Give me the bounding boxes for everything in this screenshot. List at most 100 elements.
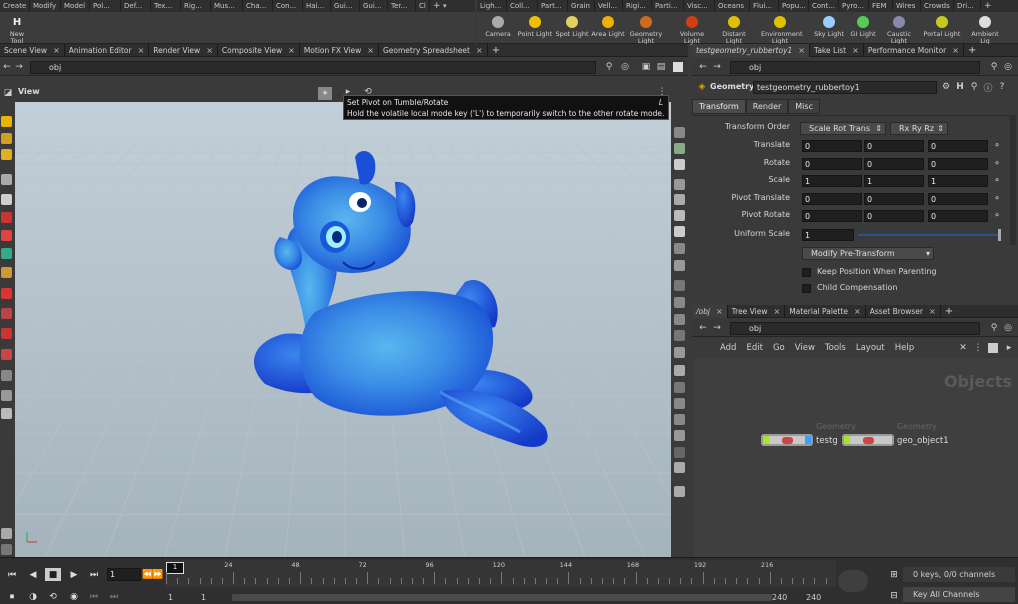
- shelf-tab-particle-fluids[interactable]: Parti...: [652, 0, 684, 12]
- hda-icon[interactable]: H: [955, 82, 965, 92]
- lights-icon[interactable]: [674, 194, 685, 205]
- normals-icon[interactable]: [674, 297, 685, 308]
- area-light-tool-button[interactable]: Area Light: [589, 14, 627, 38]
- abc-icon[interactable]: [674, 447, 685, 458]
- rotate-z-field[interactable]: 0: [928, 157, 988, 170]
- grid-view-icon[interactable]: [988, 343, 998, 353]
- shelf-tab-wires[interactable]: Wires: [893, 0, 921, 12]
- shelf-tab-rigid[interactable]: Rigi...: [623, 0, 652, 12]
- prims-icon[interactable]: [674, 260, 685, 271]
- point-light-tool-button[interactable]: Point Light: [516, 14, 554, 38]
- pose-tool-icon[interactable]: [1, 212, 12, 223]
- scale-x-field[interactable]: 1: [802, 175, 862, 188]
- menu-add[interactable]: Add: [720, 343, 736, 353]
- shelf-tab-drive[interactable]: Dri...: [954, 0, 981, 12]
- range-start2-value[interactable]: 1: [201, 593, 206, 602]
- keep-position-checkbox[interactable]: [802, 268, 811, 277]
- shelf-tab-fluids[interactable]: Flui...: [750, 0, 779, 12]
- shelf-tab-crowds[interactable]: Crowds: [921, 0, 954, 12]
- back-arrow-icon[interactable]: ←: [2, 62, 12, 72]
- pivot-translate-z-field[interactable]: 0: [928, 192, 988, 205]
- light-tool-icon[interactable]: [1, 390, 12, 401]
- display-flag-icon[interactable]: [763, 436, 769, 444]
- pivot-translate-y-field[interactable]: 0: [864, 192, 924, 205]
- pivot-rotate-y-field[interactable]: 0: [864, 210, 924, 223]
- shelf-tab-grains[interactable]: Grain: [568, 0, 595, 12]
- split-icon[interactable]: ▤: [656, 62, 666, 72]
- forward-arrow-icon[interactable]: →: [14, 62, 24, 72]
- view-menu-icon[interactable]: ◪: [3, 88, 13, 98]
- tab-obj[interactable]: /obj ×: [692, 305, 728, 318]
- close-icon[interactable]: ×: [476, 44, 483, 57]
- params-path-field[interactable]: obj: [730, 61, 980, 74]
- network-view[interactable]: Objects Geometry testg Geometry geo_obje…: [694, 358, 1018, 557]
- rotate-y-field[interactable]: 0: [864, 157, 924, 170]
- channel-key-icon[interactable]: ⚬: [992, 141, 1002, 151]
- geometry-node-2[interactable]: [842, 434, 894, 446]
- key-dial-icon[interactable]: [838, 570, 868, 592]
- close-icon[interactable]: ×: [854, 305, 861, 318]
- frame-icon[interactable]: [674, 382, 685, 393]
- scale-y-field[interactable]: 1: [864, 175, 924, 188]
- handle-icon[interactable]: [1, 528, 12, 539]
- key-icon[interactable]: ⊟: [886, 589, 902, 602]
- subtab-misc[interactable]: Misc: [788, 99, 820, 114]
- scale-z-field[interactable]: 1: [928, 175, 988, 188]
- translate-tool-icon[interactable]: [1, 230, 12, 241]
- shelf-tab-pyro[interactable]: Pyro...: [839, 0, 869, 12]
- tab-geometry-spreadsheet[interactable]: Geometry Spreadsheet ×: [379, 44, 488, 57]
- translate-z-field[interactable]: 0: [928, 140, 988, 152]
- shelf-tab-lights[interactable]: Ligh...: [477, 0, 507, 12]
- realtime-icon[interactable]: ⏹: [4, 590, 20, 603]
- rotate-x-field[interactable]: 0: [802, 157, 862, 170]
- shelf-tab-character[interactable]: Cha...: [243, 0, 273, 12]
- caustic-light-tool-button[interactable]: Caustic Light: [880, 14, 918, 45]
- close-icon[interactable]: ×: [852, 44, 859, 57]
- shading-icon[interactable]: [674, 143, 685, 154]
- points-icon[interactable]: [674, 243, 685, 254]
- numbers-icon[interactable]: [674, 330, 685, 341]
- scene-path-field[interactable]: obj: [30, 61, 596, 74]
- pin-icon[interactable]: ⚲: [989, 62, 999, 72]
- rotate-order-select[interactable]: Rx Ry Rz ⇕: [890, 122, 948, 135]
- xray-icon[interactable]: [674, 414, 685, 425]
- tab-render-view[interactable]: Render View ×: [149, 44, 218, 57]
- current-frame-field[interactable]: 1: [107, 568, 141, 581]
- display-icon[interactable]: [674, 127, 685, 138]
- add-tab-icon[interactable]: +: [488, 44, 504, 57]
- jump-end-icon[interactable]: ⏭: [86, 568, 102, 581]
- key-all-channels-button[interactable]: Key All Channels: [903, 587, 1015, 602]
- rotate-tool-icon[interactable]: [1, 248, 12, 259]
- loop-icon[interactable]: ⟲: [45, 590, 61, 603]
- distant-light-tool-button[interactable]: Distant Light: [715, 14, 753, 45]
- forward-arrow-icon[interactable]: →: [712, 323, 722, 333]
- shelf-tab-modify[interactable]: Modify: [30, 0, 61, 12]
- pivot-translate-x-field[interactable]: 0: [802, 192, 862, 205]
- shelf-tab-populate[interactable]: Popu...: [779, 0, 809, 12]
- snapshot-icon[interactable]: [674, 486, 685, 497]
- pivot-tool-icon[interactable]: ✦: [318, 87, 332, 100]
- close-icon[interactable]: ×: [798, 44, 805, 57]
- menu-tools[interactable]: Tools: [825, 343, 846, 353]
- modify-pretransform-button[interactable]: Modify Pre-Transform ▾: [802, 247, 934, 260]
- close-icon[interactable]: ×: [138, 44, 145, 57]
- close-icon[interactable]: ×: [773, 305, 780, 318]
- spot-light-tool-button[interactable]: Spot Light: [553, 14, 591, 38]
- back-arrow-icon[interactable]: ←: [698, 323, 708, 333]
- hull-icon[interactable]: [674, 365, 685, 376]
- forward-arrow-icon[interactable]: →: [712, 62, 722, 72]
- channel-key-icon[interactable]: ⚬: [992, 211, 1002, 221]
- menu-help[interactable]: Help: [895, 343, 914, 353]
- shelf-tab-collisions[interactable]: Coll...: [507, 0, 538, 12]
- pivot-rotate-z-field[interactable]: 0: [928, 210, 988, 223]
- close-icon[interactable]: ×: [716, 305, 723, 318]
- ambient-light-tool-button[interactable]: Ambient Lig: [966, 14, 1004, 45]
- tab-motion-fx-view[interactable]: Motion FX View ×: [300, 44, 379, 57]
- info-icon[interactable]: ⓘ: [983, 82, 993, 94]
- sky-light-tool-button[interactable]: Sky Light: [810, 14, 848, 38]
- timeline-track[interactable]: 1 24 48 72 96 120 144 168 192 216: [166, 560, 836, 587]
- uv-icon[interactable]: [674, 430, 685, 441]
- geometry-node-1[interactable]: [761, 434, 813, 446]
- tab-scene-view[interactable]: Scene View ×: [0, 44, 65, 57]
- range-end-icon[interactable]: ⏭: [106, 590, 122, 603]
